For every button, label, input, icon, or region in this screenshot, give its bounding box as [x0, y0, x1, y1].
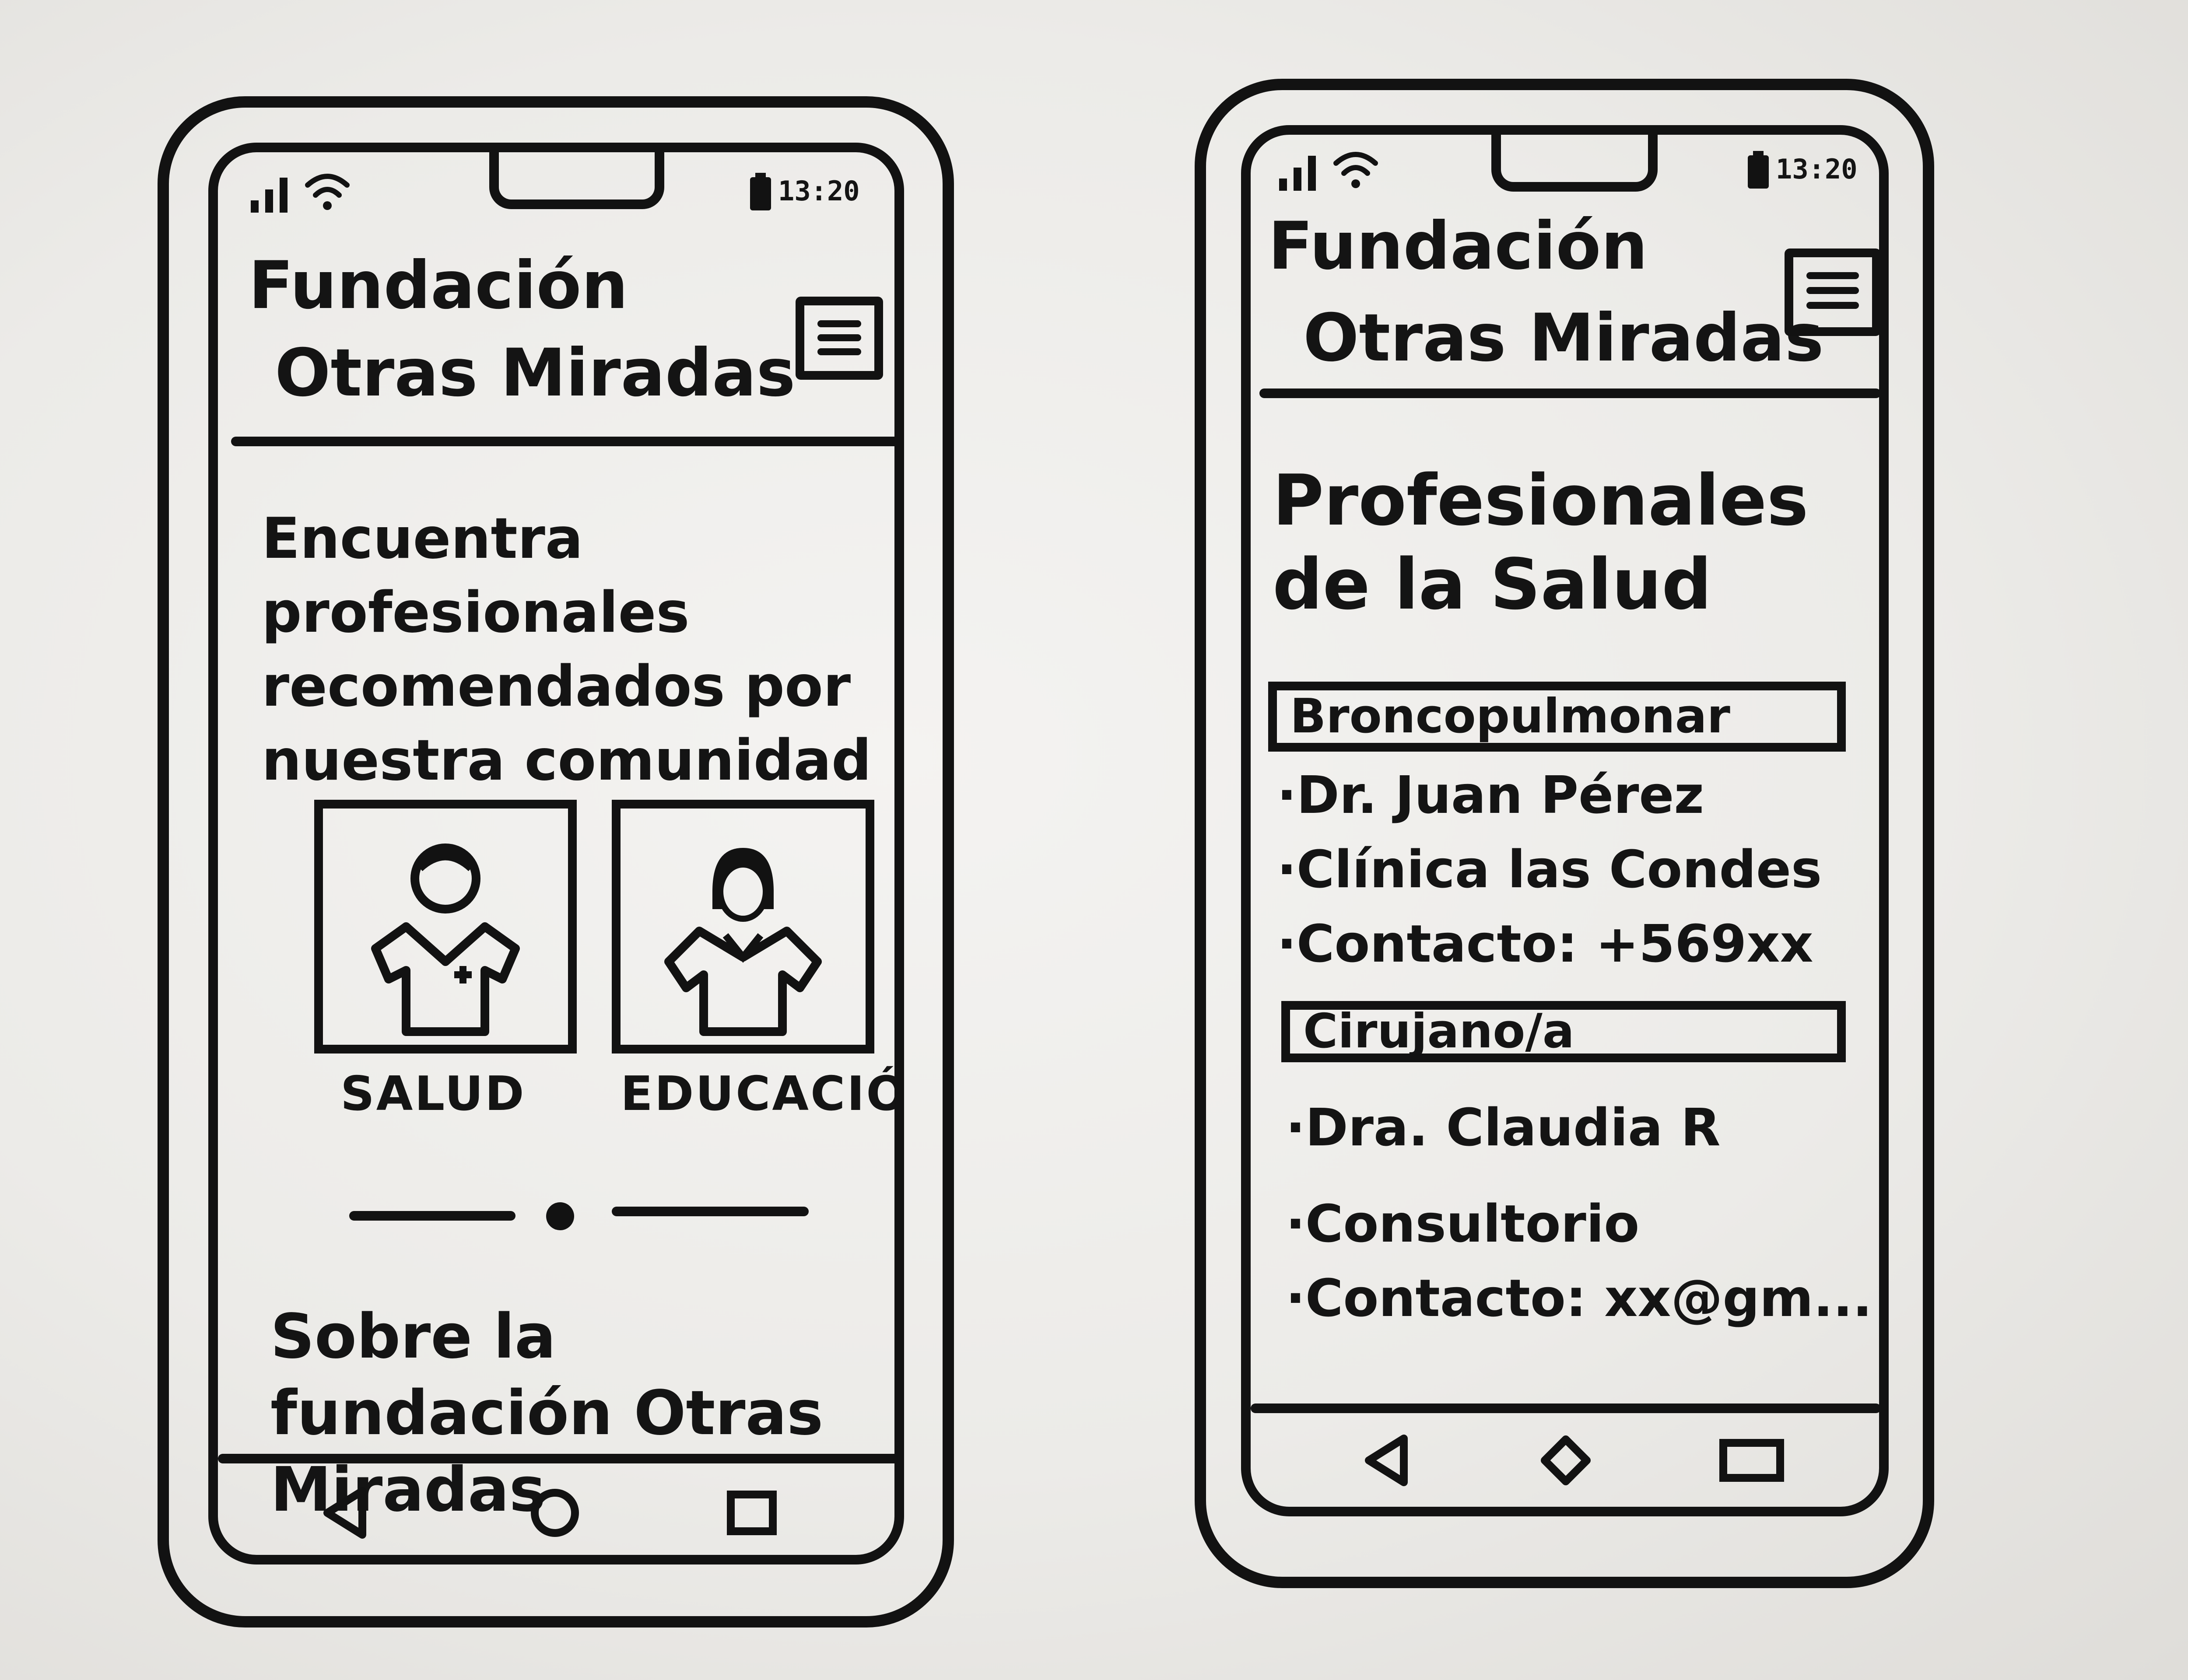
back-icon[interactable] — [1356, 1430, 1417, 1491]
right-camera-notch — [1491, 135, 1658, 192]
right-brand-title-line1: Fundación — [1268, 208, 1648, 284]
section-2-item-place: ·Consultorio — [1286, 1194, 1640, 1254]
wifi-icon — [1333, 152, 1378, 188]
battery-icon — [1748, 151, 1769, 189]
signal-icon — [251, 178, 288, 213]
left-decor-line-a — [349, 1211, 515, 1221]
section-1-item-name: ·Dr. Juan Pérez — [1277, 765, 1704, 825]
section-1-item-contact[interactable]: ·Contacto: +569xx — [1277, 914, 1813, 974]
left-decor-line-b — [612, 1207, 809, 1216]
category-card-educacion[interactable] — [612, 800, 874, 1054]
left-brand-title-line2: Otras Miradas — [275, 335, 796, 411]
left-status-bar: 13:20 — [244, 152, 870, 218]
right-phone-screen: 13:20 Fundación Otras Miradas Profesiona… — [1241, 125, 1889, 1516]
left-nav-bar — [218, 1469, 894, 1555]
wifi-icon — [305, 174, 350, 210]
section-header-cirujano[interactable]: Cirujano/a — [1281, 1001, 1846, 1062]
right-status-bar: 13:20 — [1273, 135, 1872, 196]
doctor-icon — [371, 844, 520, 1036]
left-hero-text: Encuentra profesionales recomendados por… — [262, 506, 872, 793]
recents-icon[interactable] — [721, 1482, 782, 1544]
section-2-item-contact[interactable]: ·Contacto: xx@gm... — [1286, 1268, 1872, 1328]
teacher-icon — [664, 848, 822, 1036]
category-label-educacion[interactable]: EDUCACIÓN — [621, 1067, 894, 1121]
right-nav-bar — [1251, 1417, 1879, 1504]
section-2-item-name: ·Dra. Claudia R — [1286, 1097, 1721, 1158]
left-phone-frame: 13:20 Fundación Otras Miradas Encuentra … — [158, 96, 954, 1628]
signal-icon — [1279, 156, 1316, 191]
right-menu-button[interactable] — [1785, 248, 1879, 336]
right-phone-frame: 13:20 Fundación Otras Miradas Profesiona… — [1195, 79, 1934, 1588]
right-page-title: Profesionales de la Salud — [1273, 459, 1809, 625]
left-nav-divider — [218, 1454, 894, 1463]
category-label-salud[interactable]: SALUD — [340, 1067, 526, 1121]
category-card-salud[interactable] — [314, 800, 577, 1054]
section-1-item-place: ·Clínica las Condes — [1277, 839, 1822, 900]
right-nav-divider — [1251, 1404, 1879, 1413]
left-status-time: 13:20 — [778, 175, 860, 207]
right-header-divider — [1259, 388, 1879, 398]
back-icon[interactable] — [314, 1482, 375, 1544]
left-decor-dot — [546, 1202, 574, 1230]
left-header-divider — [231, 437, 894, 446]
home-icon[interactable] — [1535, 1430, 1596, 1491]
right-brand-title-line2: Otras Miradas — [1303, 300, 1824, 376]
recents-icon[interactable] — [1715, 1430, 1789, 1491]
section-header-broncopulmonar[interactable]: Broncopulmonar — [1268, 682, 1846, 752]
left-phone-screen: 13:20 Fundación Otras Miradas Encuentra … — [208, 143, 904, 1564]
left-camera-notch — [489, 152, 664, 209]
left-brand-title-line1: Fundación — [249, 248, 628, 324]
right-status-time: 13:20 — [1776, 153, 1858, 185]
left-menu-button[interactable] — [796, 297, 883, 380]
battery-icon — [750, 173, 771, 210]
home-icon[interactable] — [524, 1482, 586, 1544]
